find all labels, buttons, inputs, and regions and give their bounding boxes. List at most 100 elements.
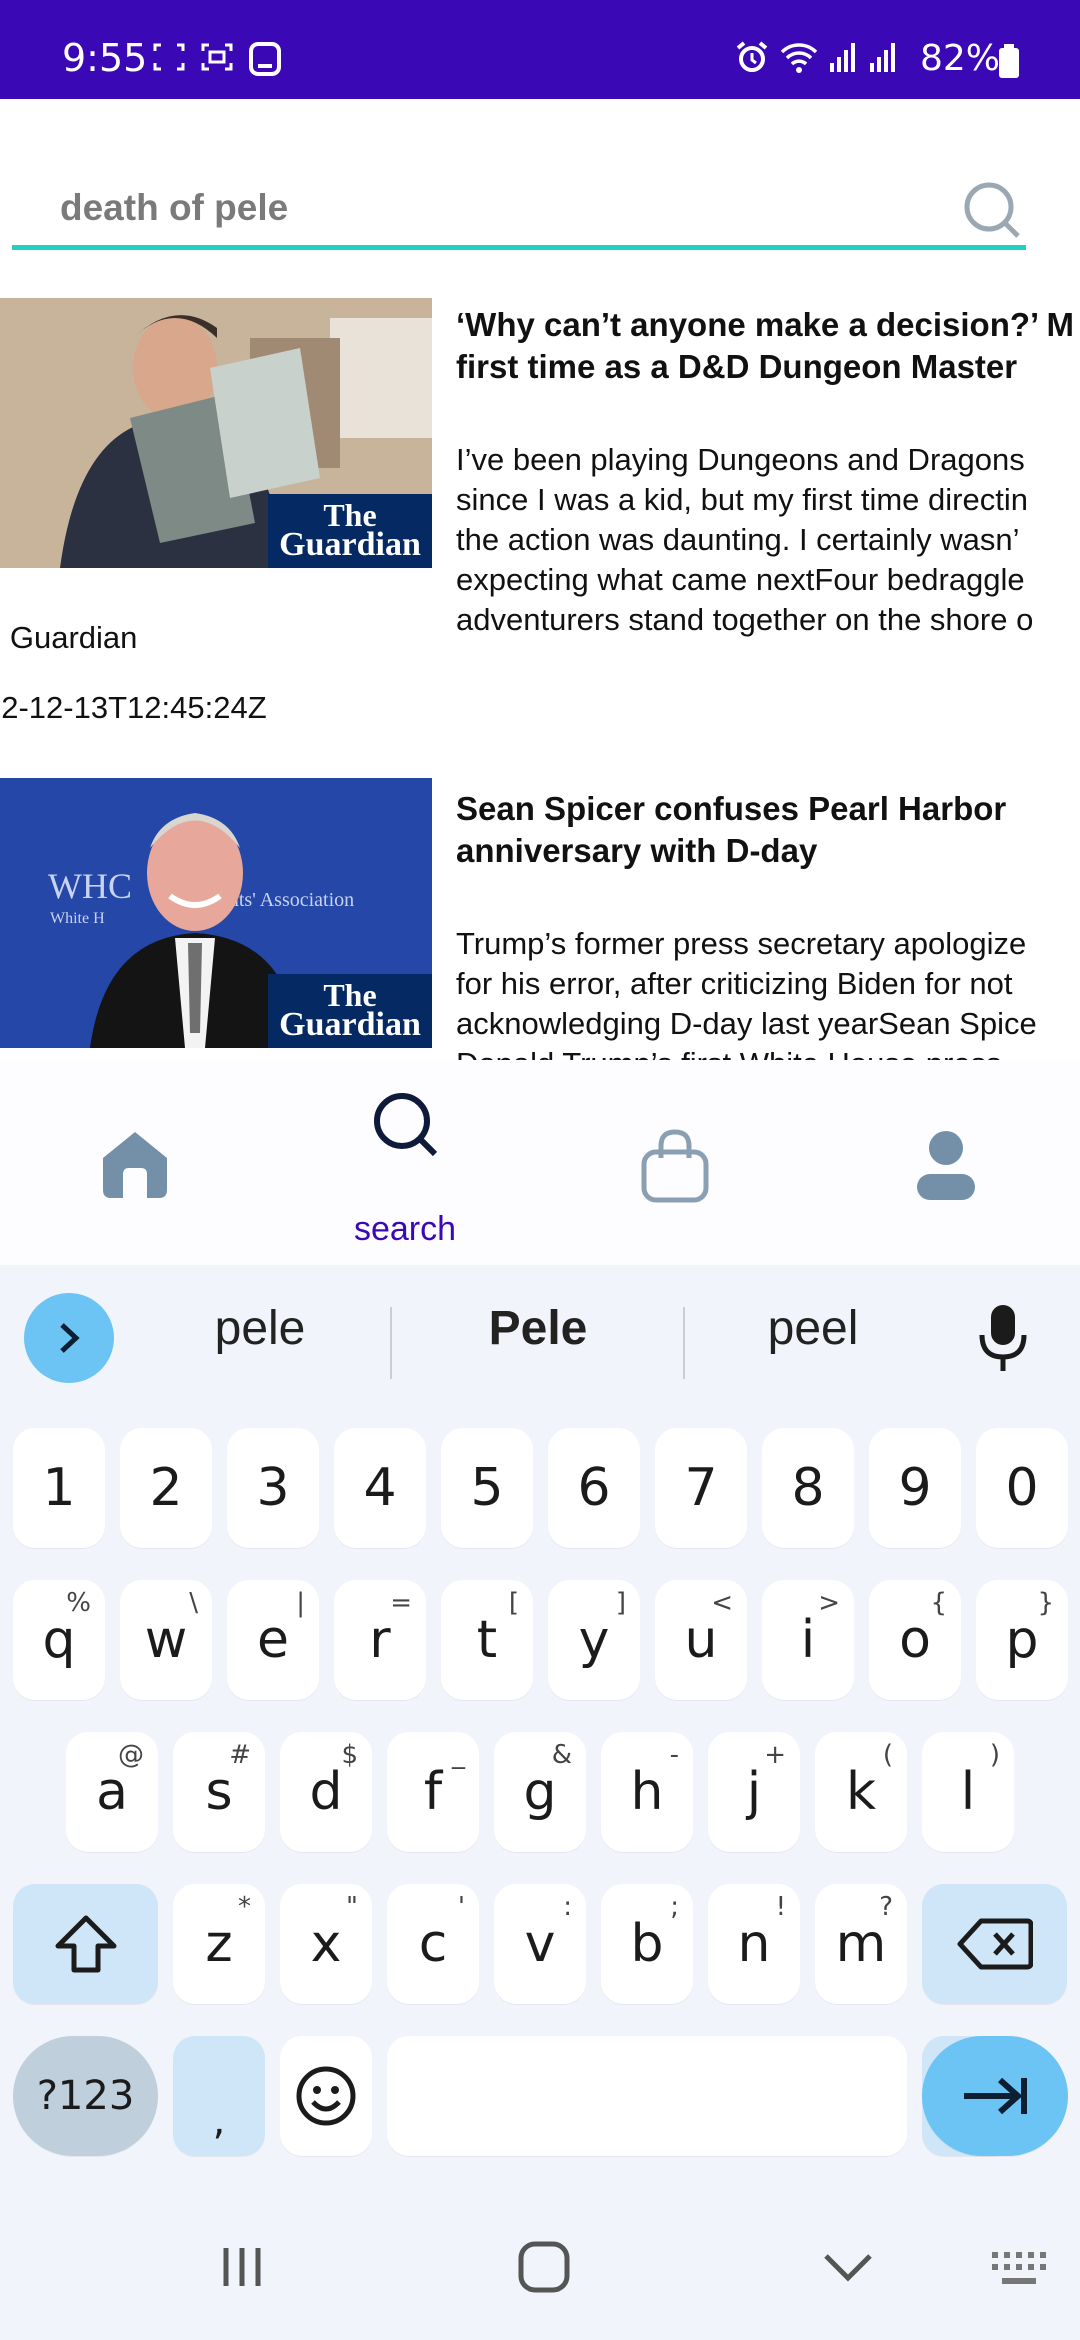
key-0[interactable]: 0 bbox=[976, 1428, 1068, 1548]
recent-apps-icon[interactable] bbox=[218, 2242, 268, 2292]
key-u[interactable]: u < bbox=[655, 1580, 747, 1700]
microphone-icon bbox=[979, 1305, 1027, 1371]
key-k[interactable]: k( bbox=[815, 1732, 907, 1852]
emoji-icon bbox=[296, 2066, 356, 2126]
keyboard-switch-icon[interactable] bbox=[990, 2250, 1050, 2290]
key-t[interactable]: t[ bbox=[441, 1580, 533, 1700]
emoji-key[interactable] bbox=[280, 2036, 372, 2156]
key-c[interactable]: c ' bbox=[387, 1884, 479, 2004]
search-input[interactable] bbox=[12, 170, 1026, 250]
article-card[interactable]: The Guardian ‘Why can’t anyone make a de… bbox=[0, 294, 1080, 764]
key-e[interactable]: e | bbox=[227, 1580, 319, 1700]
key-p[interactable]: p} bbox=[976, 1580, 1068, 1700]
key-d[interactable]: d $ bbox=[280, 1732, 372, 1852]
key-8[interactable]: 8 bbox=[762, 1428, 854, 1548]
status-left-icons bbox=[152, 42, 282, 76]
status-right-icons bbox=[735, 40, 899, 74]
shopping-bag-icon bbox=[641, 1129, 709, 1203]
key-i[interactable]: i > bbox=[762, 1580, 854, 1700]
backspace-key[interactable] bbox=[922, 1884, 1067, 2004]
key-a[interactable]: a @ bbox=[66, 1732, 158, 1852]
system-nav-bar bbox=[0, 2200, 1080, 2340]
battery-icon bbox=[999, 44, 1019, 78]
search-icon bbox=[964, 182, 1020, 238]
key-w[interactable]: w \ bbox=[120, 1580, 212, 1700]
symbols-key[interactable]: ?123 bbox=[13, 2036, 158, 2156]
key-b[interactable]: b; bbox=[601, 1884, 693, 2004]
article-date: 22-12-13T12:45:24Z bbox=[0, 690, 267, 725]
key-f[interactable]: f _ bbox=[387, 1732, 479, 1852]
signal-icon bbox=[830, 43, 855, 72]
space-key[interactable] bbox=[387, 2036, 907, 2156]
status-time: 9:55 bbox=[62, 36, 148, 80]
shift-key[interactable] bbox=[13, 1884, 158, 2004]
key-v[interactable]: v: bbox=[494, 1884, 586, 2004]
svg-text:White H: White H bbox=[50, 910, 105, 927]
chevron-right-icon bbox=[60, 1323, 80, 1353]
wifi-icon bbox=[780, 43, 818, 73]
article-title[interactable]: ‘Why can’t anyone make a decision?’ M fi… bbox=[456, 304, 1080, 388]
key-r[interactable]: r = bbox=[334, 1580, 426, 1700]
search-submit-button[interactable] bbox=[962, 180, 1022, 240]
alarm-icon bbox=[736, 41, 768, 72]
backspace-icon bbox=[957, 1918, 1033, 1970]
guardian-logo: The Guardian bbox=[268, 974, 432, 1048]
key-l[interactable]: l) bbox=[922, 1732, 1014, 1852]
key-3[interactable]: 3 bbox=[227, 1428, 319, 1548]
nav-label-search: search bbox=[353, 1210, 457, 1248]
suggestion-divider bbox=[683, 1307, 685, 1379]
key-x[interactable]: x " bbox=[280, 1884, 372, 2004]
suggestion-bar: pele Pele peel bbox=[0, 1265, 1080, 1413]
screenshot-icon bbox=[153, 43, 185, 71]
key-o[interactable]: o{ bbox=[869, 1580, 961, 1700]
results-list: The Guardian ‘Why can’t anyone make a de… bbox=[0, 294, 1080, 1060]
key-h[interactable]: h- bbox=[601, 1732, 693, 1852]
signal-icon bbox=[870, 43, 895, 72]
article-title[interactable]: Sean Spicer confuses Pearl Harbor annive… bbox=[456, 788, 1080, 872]
key-9[interactable]: 9 bbox=[869, 1428, 961, 1548]
voice-input-button[interactable] bbox=[978, 1303, 1044, 1383]
key-m[interactable]: m? bbox=[815, 1884, 907, 2004]
article-card[interactable]: WHC White H ents' Association The Guardi… bbox=[0, 778, 1080, 1060]
key-1[interactable]: 1 bbox=[13, 1428, 105, 1548]
comma-key[interactable]: , bbox=[173, 2036, 265, 2156]
key-n[interactable]: n! bbox=[708, 1884, 800, 2004]
enter-key[interactable] bbox=[922, 2036, 1068, 2156]
suggestion-item[interactable]: peel bbox=[703, 1301, 923, 1356]
suggestion-item[interactable]: pele bbox=[150, 1301, 370, 1356]
key-6[interactable]: 6 bbox=[548, 1428, 640, 1548]
article-source: e Guardian bbox=[0, 620, 138, 655]
nav-item-home[interactable] bbox=[35, 1060, 235, 1265]
key-z[interactable]: z * bbox=[173, 1884, 265, 2004]
article-thumbnail: WHC White H ents' Association The Guardi… bbox=[0, 778, 432, 1048]
article-snippet: Trump’s former press secretary apologize… bbox=[456, 926, 1037, 1060]
article-thumbnail: The Guardian bbox=[0, 298, 432, 568]
suggestion-item[interactable]: Pele bbox=[428, 1301, 648, 1356]
key-g[interactable]: g & bbox=[494, 1732, 586, 1852]
keyboard: pele Pele peel 1 2 3 4 5 6 7 8 9 0 q% w \… bbox=[0, 1265, 1080, 2340]
nav-item-search[interactable]: search bbox=[305, 1060, 505, 1265]
tablet-icon bbox=[249, 42, 281, 76]
suggestion-divider bbox=[390, 1307, 392, 1379]
key-5[interactable]: 5 bbox=[441, 1428, 533, 1548]
nav-item-profile[interactable] bbox=[845, 1060, 1045, 1265]
key-s[interactable]: s # bbox=[173, 1732, 265, 1852]
next-arrow-icon bbox=[964, 2077, 1027, 2115]
key-7[interactable]: 7 bbox=[655, 1428, 747, 1548]
home-button-icon[interactable] bbox=[517, 2240, 571, 2294]
key-q[interactable]: q% bbox=[13, 1580, 105, 1700]
key-2[interactable]: 2 bbox=[120, 1428, 212, 1548]
scan-icon bbox=[201, 43, 233, 71]
back-chevron-down-icon[interactable] bbox=[822, 2250, 874, 2284]
key-j[interactable]: j + bbox=[708, 1732, 800, 1852]
key-y[interactable]: y] bbox=[548, 1580, 640, 1700]
battery-percent: 82% bbox=[920, 38, 1001, 79]
nav-item-shop[interactable] bbox=[575, 1060, 775, 1265]
svg-text:WHC: WHC bbox=[48, 866, 132, 906]
article-snippet: I’ve been playing Dungeons and Dragons s… bbox=[456, 442, 1034, 637]
key-4[interactable]: 4 bbox=[334, 1428, 426, 1548]
search-icon bbox=[374, 1093, 438, 1157]
guardian-logo: The Guardian bbox=[268, 494, 432, 568]
bottom-nav: search bbox=[0, 1060, 1080, 1265]
expand-toolbar-button[interactable] bbox=[24, 1293, 114, 1383]
